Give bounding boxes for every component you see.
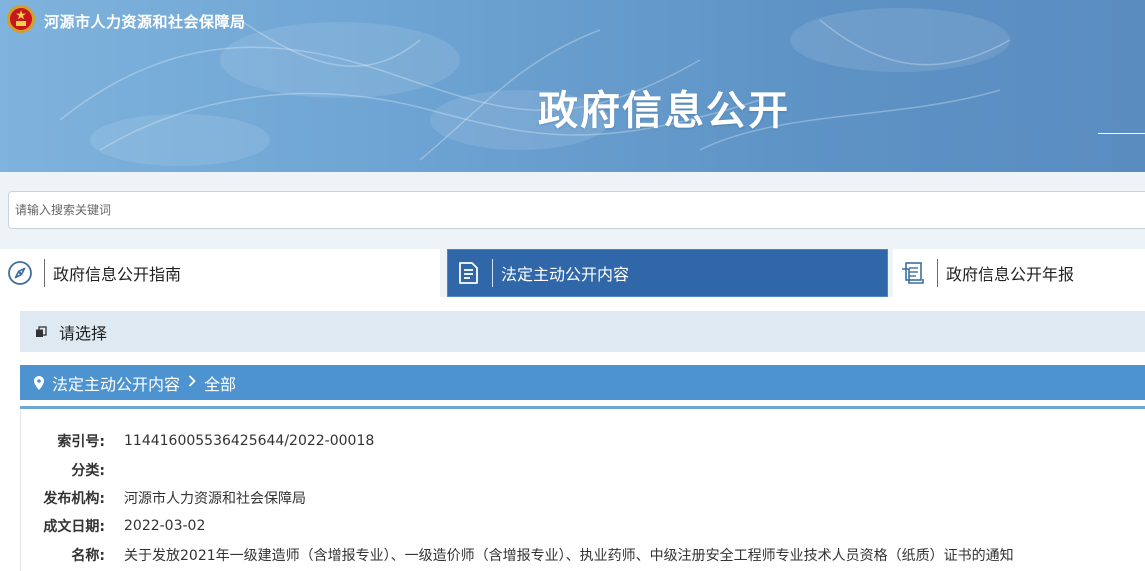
location-pin-icon — [34, 375, 44, 390]
tab-label: 政府信息公开年报 — [946, 265, 1075, 284]
tab-separator — [44, 259, 45, 287]
compass-icon — [6, 259, 34, 287]
tab-bar: 政府信息公开指南 法定主动公开内容 政府信息公开年报 — [0, 249, 1145, 297]
date-label: 成文日期: — [43, 519, 105, 535]
index-label: 索引号: — [57, 434, 105, 450]
name-value: 关于发放2021年一级建造师（含增报专业）、一级造价师（含增报专业）、执业药师、… — [124, 548, 1014, 564]
publisher-value: 河源市人力资源和社会保障局 — [124, 491, 306, 507]
tab-separator — [492, 259, 493, 287]
tab-statutory-content[interactable]: 法定主动公开内容 — [447, 249, 888, 297]
document-metadata: 索引号: 114416005536425644/2022-00018 分类: 发… — [20, 409, 1145, 571]
index-value: 114416005536425644/2022-00018 — [124, 433, 375, 449]
national-emblem-logo — [7, 5, 35, 33]
tab-label: 政府信息公开指南 — [53, 265, 182, 284]
meta-row-date: 成文日期: 2022-03-02 — [21, 515, 205, 537]
agency-name[interactable]: 河源市人力资源和社会保障局 — [44, 11, 246, 32]
tab-separator — [937, 259, 938, 287]
document-icon — [454, 259, 482, 287]
copy-icon — [36, 325, 47, 337]
breadcrumb: 法定主动公开内容 全部 — [20, 365, 1145, 400]
search-area — [0, 172, 1145, 249]
tab-annual-report[interactable]: 政府信息公开年报 — [893, 249, 1145, 297]
breadcrumb-section[interactable]: 法定主动公开内容 — [52, 371, 180, 395]
meta-row-name: 名称: 关于发放2021年一级建造师（含增报专业）、一级造价师（含增报专业）、执… — [21, 544, 1014, 566]
select-label: 请选择 — [59, 323, 108, 343]
meta-row-index: 索引号: 114416005536425644/2022-00018 — [21, 430, 374, 452]
page-title: 政府信息公开 — [538, 88, 790, 134]
publisher-label: 发布机构: — [43, 491, 105, 507]
tab-disclosure-guide[interactable]: 政府信息公开指南 — [0, 249, 440, 297]
meta-row-category: 分类: — [21, 459, 124, 481]
banner-divider — [1098, 133, 1145, 134]
breadcrumb-current[interactable]: 全部 — [204, 371, 236, 395]
header-banner: 河源市人力资源和社会保障局 政府信息公开 — [0, 0, 1145, 172]
chevron-right-icon — [188, 374, 196, 391]
date-value: 2022-03-02 — [124, 518, 206, 534]
category-select[interactable]: 请选择 — [20, 311, 1145, 352]
search-input[interactable] — [8, 191, 1145, 229]
report-icon — [899, 259, 927, 287]
name-label: 名称: — [71, 548, 105, 564]
meta-row-publisher: 发布机构: 河源市人力资源和社会保障局 — [21, 487, 306, 509]
tab-label: 法定主动公开内容 — [501, 265, 630, 284]
category-label: 分类: — [71, 463, 105, 479]
